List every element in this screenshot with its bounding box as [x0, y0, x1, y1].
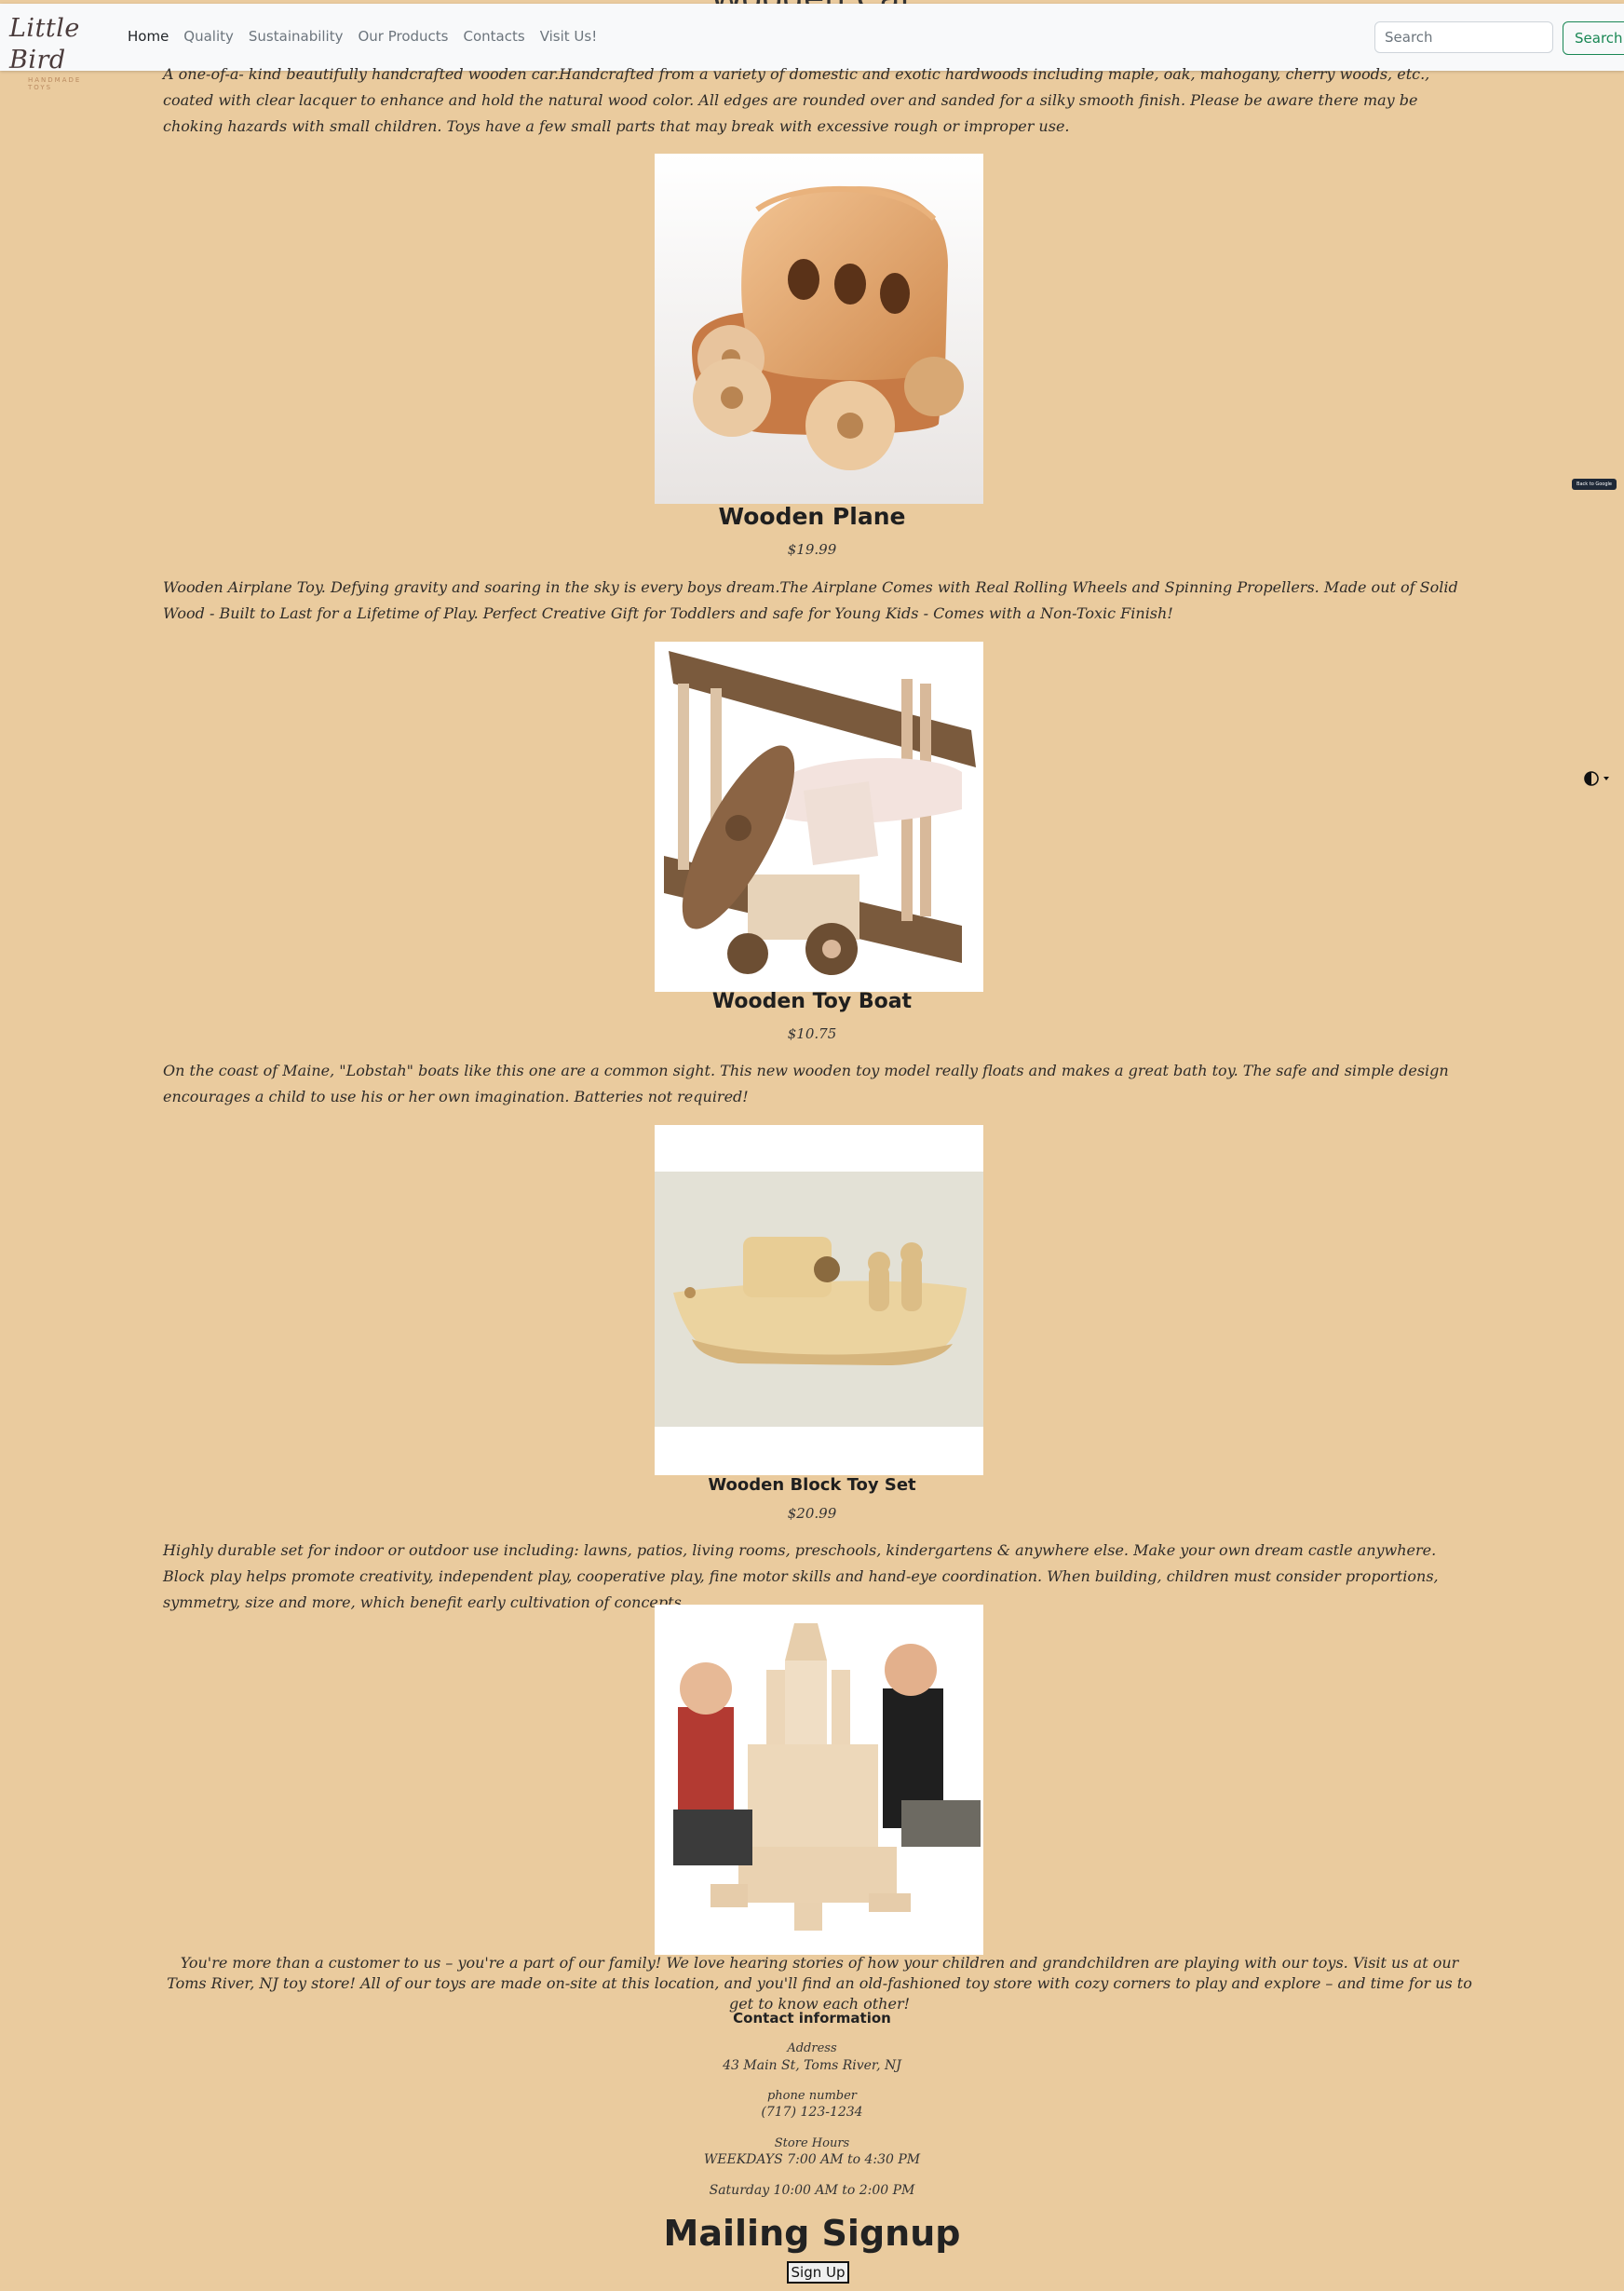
visit-description: You're more than a customer to us – you'…	[167, 1954, 1472, 2013]
product-price-blocks: $20.99	[787, 1505, 837, 1522]
product-image-blocks	[655, 1605, 983, 1955]
nav-quality[interactable]: Quality	[183, 28, 234, 45]
logo[interactable]: Little Bird HANDMADE TOYS	[9, 13, 108, 91]
phone-label: phone number	[766, 2089, 858, 2103]
product-description-plane: Wooden Airplane Toy. Defying gravity and…	[163, 578, 1458, 622]
product-description-car: A one-of-a- kind beautifully handcrafted…	[163, 65, 1430, 135]
hours-weekdays: WEEKDAYS 7:00 AM to 4:30 PM	[703, 2152, 921, 2167]
search-input[interactable]	[1374, 21, 1553, 53]
hours-saturday: Saturday 10:00 AM to 2:00 PM	[709, 2183, 915, 2198]
wooden-boat-illustration	[655, 1125, 983, 1475]
half-circle-icon	[1584, 771, 1609, 786]
mailing-signup-title: Mailing Signup	[663, 2213, 961, 2254]
logo-subtitle: HANDMADE TOYS	[28, 76, 82, 91]
product-image-boat	[655, 1125, 983, 1475]
product-description-boat: On the coast of Maine, "Lobstah" boats l…	[163, 1062, 1449, 1105]
wooden-car-illustration	[655, 154, 983, 504]
logo-wordmark: Little Bird	[9, 14, 80, 75]
product-price-plane: $19.99	[787, 541, 837, 558]
product-title-plane: Wooden Plane	[718, 503, 906, 530]
nav-our-products[interactable]: Our Products	[358, 28, 448, 45]
nav-visit-us[interactable]: Visit Us!	[540, 28, 598, 45]
contact-heading: Contact information	[733, 2010, 891, 2027]
product-title-boat: Wooden Toy Boat	[711, 990, 913, 1013]
product-price-boat: $10.75	[787, 1025, 837, 1042]
search-button[interactable]: Search	[1563, 21, 1624, 55]
nav-home[interactable]: Home	[128, 28, 169, 45]
theme-toggle[interactable]	[1583, 769, 1615, 788]
wooden-plane-illustration	[655, 642, 983, 992]
product-title-blocks: Wooden Block Toy Set	[708, 1475, 916, 1495]
chevron-down-icon	[1604, 777, 1609, 780]
sign-up-button[interactable]: Sign Up	[787, 2261, 849, 2284]
phone-value: (717) 123-1234	[761, 2105, 863, 2120]
hours-label: Store Hours	[774, 2136, 850, 2150]
floating-badge[interactable]: Back to Google	[1572, 479, 1617, 490]
product-image-car	[655, 154, 983, 504]
address-value: 43 Main St, Toms River, NJ	[723, 2058, 901, 2073]
nav-contacts[interactable]: Contacts	[464, 28, 525, 45]
address-label: Address	[787, 2041, 837, 2055]
product-image-plane	[655, 642, 983, 992]
wooden-blocks-illustration	[655, 1605, 983, 1955]
nav-sustainability[interactable]: Sustainability	[249, 28, 344, 45]
nav-links: Home Quality Sustainability Our Products…	[128, 28, 612, 45]
